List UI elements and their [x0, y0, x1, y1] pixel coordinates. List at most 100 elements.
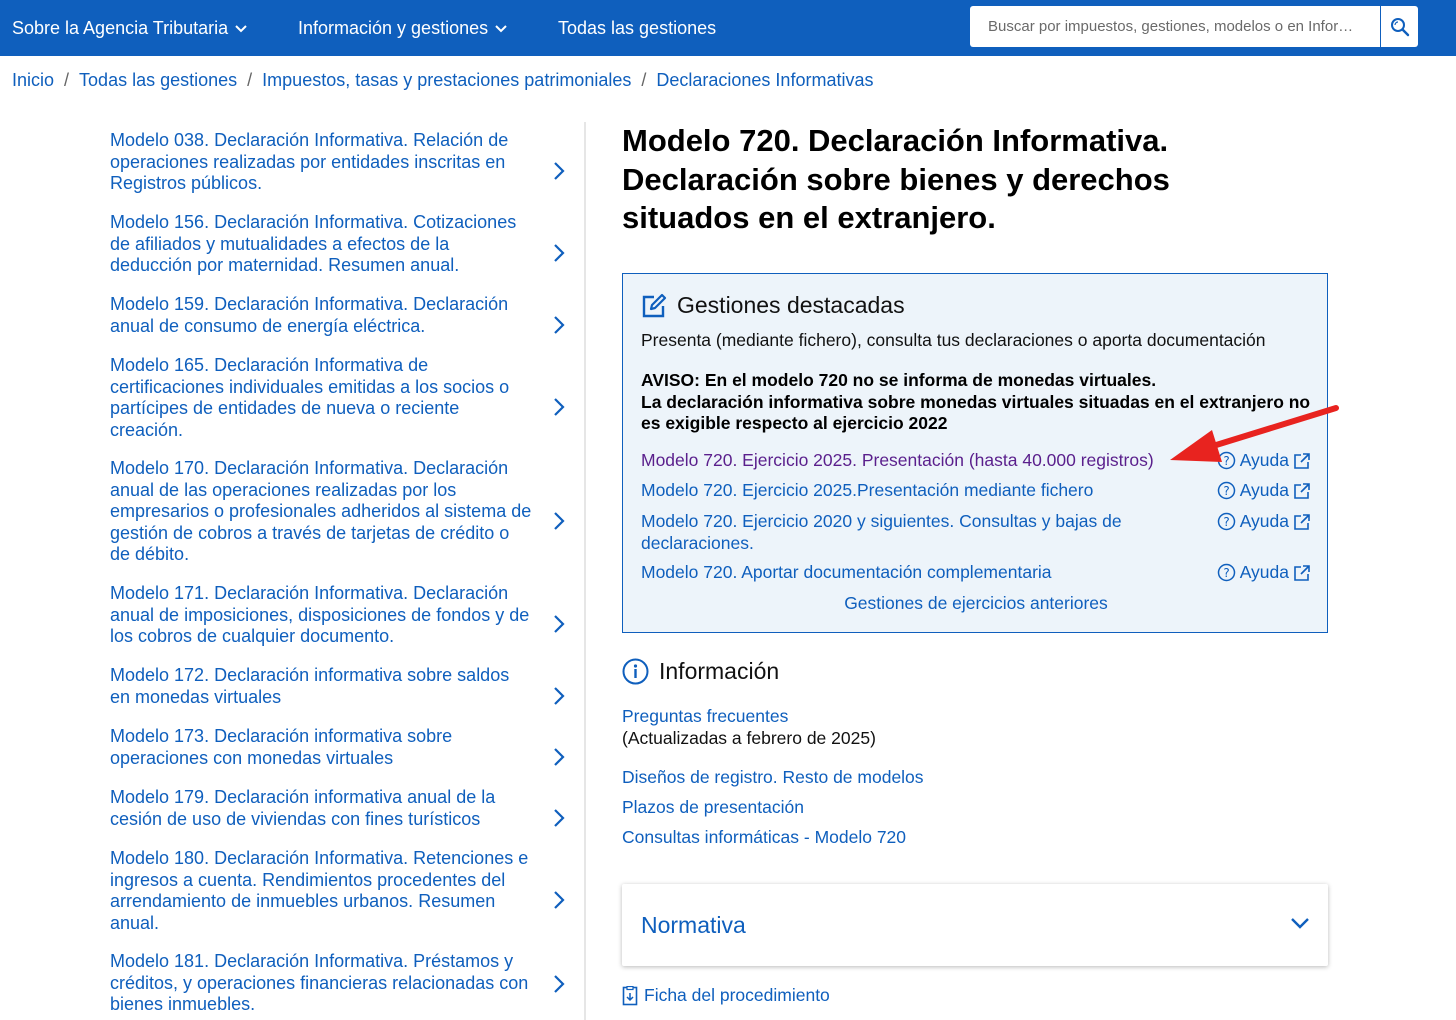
gestiones-ejercicios-anteriores-link[interactable]: Gestiones de ejercicios anteriores [623, 593, 1329, 614]
external-link-icon [1294, 482, 1310, 499]
breadcrumb-item-todas-gestiones[interactable]: Todas las gestiones [79, 70, 237, 91]
document-icon [622, 985, 638, 1005]
breadcrumb-item-impuestos[interactable]: Impuestos, tasas y prestaciones patrimon… [262, 70, 631, 91]
faq-update-note: (Actualizadas a febrero de 2025) [622, 728, 876, 748]
breadcrumb-item-declaraciones-informativas[interactable]: Declaraciones Informativas [656, 70, 873, 91]
sidebar-item-label: Modelo 179. Declaración informativa anua… [110, 787, 496, 829]
help-label: Ayuda [1239, 511, 1289, 531]
sidebar-item-modelo-179[interactable]: Modelo 179. Declaración informativa anua… [110, 787, 580, 848]
chevron-right-icon [554, 244, 565, 262]
search-icon [1390, 17, 1409, 36]
help-label: Ayuda [1239, 480, 1289, 500]
sidebar-item-modelo-170[interactable]: Modelo 170. Declaración Informativa. Dec… [110, 458, 580, 583]
chevron-right-icon [554, 315, 565, 334]
chevron-right-icon [554, 975, 565, 993]
sidebar-item-label: Modelo 156. Declaración Informativa. Cot… [110, 212, 517, 275]
aviso-line-1: AVISO: En el modelo 720 no se informa de… [641, 370, 1157, 390]
search-input[interactable] [970, 6, 1380, 47]
procedure-link-presentacion-2025[interactable]: Modelo 720. Ejercicio 2025. Presentación… [641, 450, 1171, 472]
sidebar-item-modelo-181[interactable]: Modelo 181. Declaración Informativa. Pré… [110, 951, 580, 1017]
sidebar-item-modelo-165[interactable]: Modelo 165. Declaración Informativa de c… [110, 355, 580, 458]
procedure-row: Modelo 720. Aportar documentación comple… [641, 562, 1311, 584]
svg-text:?: ? [1223, 566, 1229, 580]
gestiones-heading-label: Gestiones destacadas [677, 292, 905, 318]
breadcrumb: Inicio / Todas las gestiones / Impuestos… [12, 70, 873, 91]
procedure-row: Modelo 720. Ejercicio 2020 y siguientes.… [641, 511, 1311, 554]
sidebar-item-label: Modelo 170. Declaración Informativa. Dec… [110, 458, 532, 564]
preguntas-frecuentes-link[interactable]: Preguntas frecuentes [622, 706, 788, 727]
informacion-heading-label: Información [659, 658, 780, 684]
external-link-icon [1294, 513, 1310, 530]
breadcrumb-separator: / [64, 70, 70, 90]
help-label: Ayuda [1239, 562, 1289, 582]
help-circle-icon: ? [1217, 564, 1235, 582]
ficha-label: Ficha del procedimiento [644, 985, 830, 1005]
sidebar-item-modelo-171[interactable]: Modelo 171. Declaración Informativa. Dec… [110, 583, 580, 665]
sidebar-item-label: Modelo 173. Declaración informativa sobr… [110, 726, 453, 768]
top-navigation-bar: Sobre la Agencia Tributaria Información … [0, 0, 1456, 56]
svg-text:?: ? [1223, 515, 1229, 529]
red-arrow-annotation [1170, 405, 1339, 462]
sidebar-item-label: Modelo 171. Declaración Informativa. Dec… [110, 583, 530, 646]
plazos-presentacion-link[interactable]: Plazos de presentación [622, 797, 804, 818]
chevron-right-icon [554, 162, 565, 180]
sidebar-item-modelo-038[interactable]: Modelo 038. Declaración Informativa. Rel… [110, 130, 580, 212]
breadcrumb-item-inicio[interactable]: Inicio [12, 70, 54, 91]
chevron-down-icon [495, 25, 507, 33]
sidebar-item-modelo-159[interactable]: Modelo 159. Declaración Informativa. Dec… [110, 294, 580, 355]
chevron-right-icon [554, 808, 565, 827]
sidebar-item-label: Modelo 181. Declaración Informativa. Pré… [110, 951, 529, 1014]
help-link[interactable]: ? Ayuda [1217, 480, 1311, 502]
chevron-right-icon [554, 747, 565, 766]
procedure-link-fichero-2025[interactable]: Modelo 720. Ejercicio 2025.Presentación … [641, 480, 1171, 502]
search-box [970, 6, 1418, 47]
breadcrumb-separator: / [641, 70, 647, 90]
informacion-heading: Información [622, 658, 779, 685]
nav-item-sobre-agencia[interactable]: Sobre la Agencia Tributaria [12, 0, 248, 56]
chevron-down-icon [235, 25, 247, 33]
procedure-link-aportar-documentacion[interactable]: Modelo 720. Aportar documentación comple… [641, 562, 1171, 584]
sidebar-item-modelo-180[interactable]: Modelo 180. Declaración Informativa. Ret… [110, 848, 580, 951]
sidebar-item-modelo-172[interactable]: Modelo 172. Declaración informativa sobr… [110, 665, 580, 726]
nav-item-label: Todas las gestiones [558, 18, 717, 38]
help-circle-icon: ? [1217, 513, 1235, 531]
chevron-right-icon [554, 397, 565, 416]
nav-item-label: Información y gestiones [298, 18, 489, 38]
breadcrumb-separator: / [247, 70, 253, 90]
normativa-accordion[interactable]: Normativa [622, 884, 1328, 966]
external-link-icon [1294, 564, 1310, 581]
chevron-right-icon [554, 686, 565, 705]
help-circle-icon: ? [1217, 482, 1235, 500]
chevron-right-icon [554, 615, 565, 633]
procedure-row: Modelo 720. Ejercicio 2025.Presentación … [641, 480, 1311, 502]
sidebar-item-modelo-156[interactable]: Modelo 156. Declaración Informativa. Cot… [110, 212, 580, 294]
disenos-registro-link[interactable]: Diseños de registro. Resto de modelos [622, 767, 924, 788]
sidebar-item-label: Modelo 180. Declaración Informativa. Ret… [110, 848, 529, 933]
chevron-right-icon [554, 511, 565, 530]
gestiones-subtitle: Presenta (mediante fichero), consulta tu… [641, 330, 1266, 350]
sidebar-item-label: Modelo 038. Declaración Informativa. Rel… [110, 130, 509, 193]
ficha-procedimiento-link[interactable]: Ficha del procedimiento [622, 985, 830, 1006]
nav-item-label: Sobre la Agencia Tributaria [12, 18, 229, 38]
chevron-right-icon [554, 890, 565, 909]
sidebar-item-label: Modelo 172. Declaración informativa sobr… [110, 665, 510, 707]
help-link[interactable]: ? Ayuda [1217, 562, 1311, 584]
nav-item-todas-gestiones[interactable]: Todas las gestiones [558, 0, 716, 56]
consultas-informaticas-link[interactable]: Consultas informáticas - Modelo 720 [622, 827, 906, 848]
help-link[interactable]: ? Ayuda [1217, 511, 1311, 533]
nav-item-informacion-gestiones[interactable]: Información y gestiones [298, 0, 508, 56]
page-title: Modelo 720. Declaración Informativa. Dec… [622, 123, 1170, 235]
svg-text:?: ? [1223, 484, 1229, 498]
info-icon [622, 658, 649, 685]
edit-icon [642, 293, 667, 317]
sidebar-item-label: Modelo 165. Declaración Informativa de c… [110, 355, 510, 440]
sidebar-item-modelo-173[interactable]: Modelo 173. Declaración informativa sobr… [110, 726, 580, 787]
chevron-down-icon [1291, 918, 1309, 929]
gestiones-heading: Gestiones destacadas [641, 292, 905, 319]
procedure-link-consultas-bajas[interactable]: Modelo 720. Ejercicio 2020 y siguientes.… [641, 511, 1171, 554]
normativa-label: Normativa [641, 912, 746, 938]
search-button[interactable] [1380, 6, 1418, 47]
sidebar-model-list: Modelo 038. Declaración Informativa. Rel… [110, 130, 580, 1017]
sidebar-item-label: Modelo 159. Declaración Informativa. Dec… [110, 294, 509, 336]
sidebar-divider [584, 122, 586, 1020]
